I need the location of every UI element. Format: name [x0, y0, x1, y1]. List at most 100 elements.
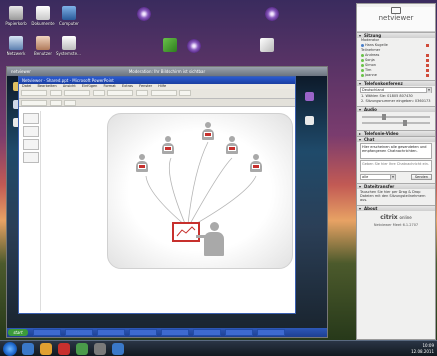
slide-canvas — [107, 113, 293, 269]
desktop-icon-network[interactable]: Netzwerk — [3, 36, 29, 56]
pen-icon[interactable] — [426, 54, 429, 57]
volume-slider[interactable] — [362, 114, 430, 120]
participant-figure — [162, 136, 174, 154]
slide-thumbnail[interactable] — [22, 152, 39, 163]
pin-row: 2. Sitzungsnummer eingeben: 0360173 — [361, 99, 431, 103]
netviewer-logo: netviewer — [357, 7, 435, 32]
participant-figure — [136, 154, 148, 172]
taskbar-app-icon[interactable] — [76, 343, 88, 355]
app-window-title[interactable]: Netviewer - Shared.ppt - Microsoft Power… — [19, 77, 295, 84]
computer-icon — [62, 6, 76, 20]
section-header-about[interactable]: ▾ About — [357, 205, 435, 211]
remote-taskbar-item[interactable] — [97, 329, 125, 336]
laptop-icon — [204, 132, 212, 137]
user-icon — [361, 43, 364, 47]
user-icon — [361, 63, 364, 67]
slide-thumbnail[interactable] — [22, 139, 39, 150]
taskbar-app-icon[interactable] — [58, 343, 70, 355]
toolbar-button[interactable] — [92, 90, 105, 96]
menu-item[interactable]: Hilfe — [158, 84, 166, 88]
taskbar-app-icon[interactable] — [94, 343, 106, 355]
version-text: Netviewer Meet 6.1.2707 — [373, 223, 419, 227]
remote-desktop-icon[interactable] — [305, 92, 314, 101]
participant-figure — [226, 136, 238, 154]
connection-lines — [145, 141, 257, 227]
section-header-chat[interactable]: ▾ Chat — [357, 136, 435, 142]
desktop-icon-computer[interactable]: Computer — [56, 6, 82, 26]
pen-icon[interactable] — [426, 44, 429, 47]
remote-taskbar-item[interactable] — [65, 329, 93, 336]
menu-item[interactable]: Format — [103, 84, 115, 88]
slide-thumbnail[interactable] — [22, 126, 39, 137]
remote-start-button[interactable]: start — [8, 329, 28, 336]
desktop-icon-control-panel[interactable]: Systemsteuerung — [56, 36, 82, 56]
desktop-icon-user[interactable]: Benutzer — [30, 36, 56, 56]
flower-icon[interactable] — [264, 6, 280, 22]
app-content-area — [19, 107, 295, 313]
toolbar-button[interactable] — [179, 90, 192, 96]
recycle-bin-icon — [9, 6, 23, 20]
documents-icon — [36, 6, 50, 20]
section-header-audio[interactable]: ▾ Audio — [357, 106, 435, 112]
slider-knob[interactable] — [402, 120, 407, 126]
toolbar-button[interactable] — [21, 90, 47, 96]
desktop-icon-documents[interactable]: Dokumente — [30, 6, 56, 26]
menu-item[interactable]: Bearbeiten — [37, 84, 56, 88]
remote-taskbar-item[interactable] — [225, 329, 253, 336]
toolbar-button[interactable] — [135, 90, 148, 96]
section-header-telephone[interactable]: ▾ Telefonkonferenz — [357, 80, 435, 86]
toolbar-button[interactable] — [64, 100, 77, 106]
pen-icon[interactable] — [426, 64, 429, 67]
toolbar-button[interactable] — [107, 90, 134, 96]
system-tray-clock[interactable]: 10:09 12.08.2011 — [411, 343, 434, 355]
laptop-icon — [252, 164, 260, 169]
slide-thumbnail[interactable] — [22, 113, 39, 124]
pen-icon[interactable] — [426, 59, 429, 62]
user-icon — [361, 58, 364, 62]
toolbar-button[interactable] — [64, 90, 91, 96]
laptop-icon — [228, 146, 236, 151]
taskbar-app-icon[interactable] — [22, 343, 34, 355]
toolbar-button[interactable] — [49, 100, 62, 106]
remote-taskbar-item[interactable] — [129, 329, 157, 336]
chat-input[interactable]: Geben Sie hier Ihre Chatnachricht ein. — [360, 160, 432, 172]
chevron-down-icon: ▾ — [426, 88, 431, 93]
pen-icon[interactable] — [426, 69, 429, 72]
send-button[interactable]: Senden — [410, 174, 432, 180]
start-orb-icon[interactable] — [3, 342, 17, 356]
chevron-down-icon: ▾ — [390, 175, 395, 180]
taskbar-app-icon[interactable] — [40, 343, 52, 355]
remote-taskbar-item[interactable] — [193, 329, 221, 336]
remote-taskbar-item[interactable] — [33, 329, 61, 336]
remote-taskbar-item[interactable] — [257, 329, 285, 336]
toolbar-button[interactable] — [49, 90, 62, 96]
toolbar-button[interactable] — [150, 90, 177, 96]
toolbar-button[interactable] — [21, 100, 47, 106]
menu-item[interactable]: Fenster — [139, 84, 152, 88]
app-shortcut-icon[interactable] — [163, 38, 177, 52]
file-transfer-hint: Tauschen Sie hier per Drag & Drop Dateie… — [360, 190, 426, 202]
slider-knob[interactable] — [382, 114, 387, 120]
flower-icon[interactable] — [136, 6, 152, 22]
presentation-board-icon — [172, 222, 200, 242]
laptop-icon — [138, 164, 146, 169]
flower-icon[interactable] — [186, 38, 202, 54]
menu-item[interactable]: Datei — [22, 84, 31, 88]
participant-row[interactable]: Joanne — [357, 73, 435, 78]
desktop-icon-recycle-bin[interactable]: Papierkorb — [3, 6, 29, 26]
menu-item[interactable]: Extras — [122, 84, 133, 88]
about-box: citrix online Netviewer Meet 6.1.2707 — [357, 211, 435, 227]
user-icon — [36, 36, 50, 50]
menu-item[interactable]: Einfügen — [82, 84, 97, 88]
remote-desktop-icon[interactable] — [305, 116, 314, 125]
menu-item[interactable]: Ansicht — [63, 84, 76, 88]
chat-recipient-select[interactable]: alle ▾ — [360, 174, 396, 180]
remote-window-titlebar[interactable]: netviewer Moderation: Ihr Bildschirm ist… — [7, 67, 327, 76]
remote-taskbar-item[interactable] — [161, 329, 189, 336]
microphone-slider[interactable] — [362, 120, 430, 126]
country-select[interactable]: Deutschland ▾ — [360, 87, 432, 93]
pen-icon[interactable] — [426, 74, 429, 77]
participant-figure — [202, 122, 214, 140]
taskbar-app-icon[interactable] — [112, 343, 124, 355]
app-shortcut-icon[interactable] — [260, 38, 274, 52]
